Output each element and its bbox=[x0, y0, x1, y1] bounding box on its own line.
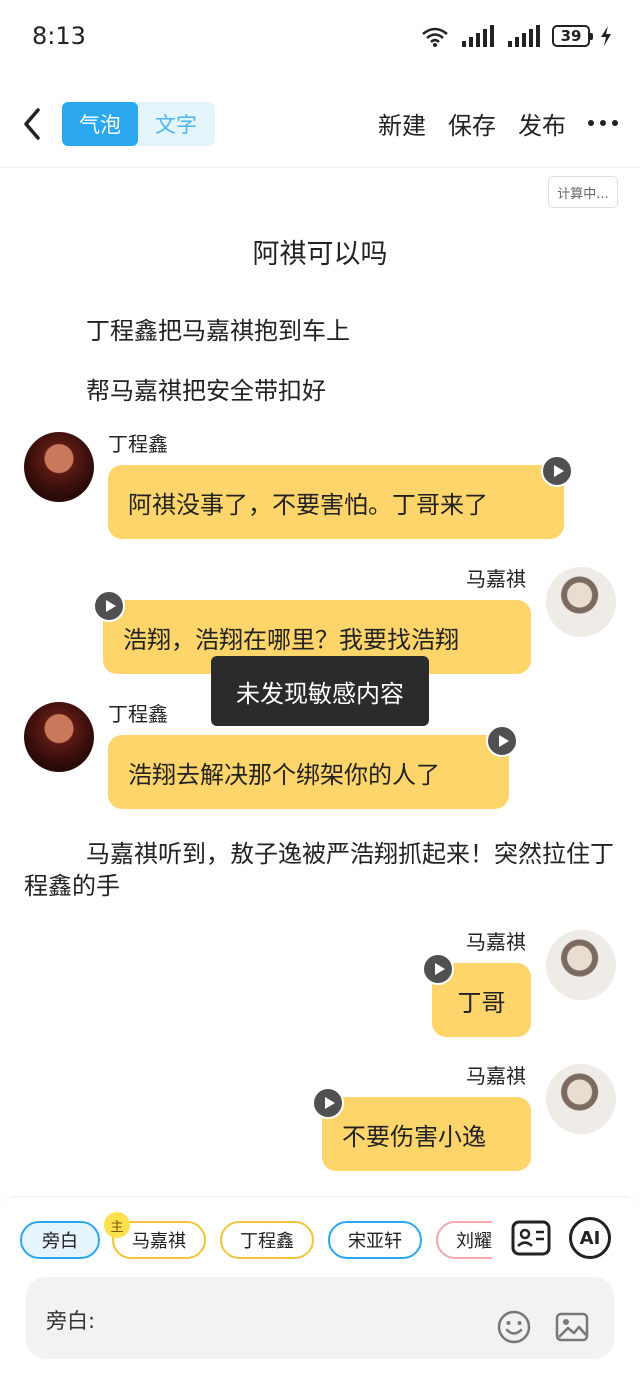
back-arrow-icon[interactable] bbox=[18, 104, 46, 144]
speaker-name: 丁程鑫 bbox=[108, 432, 168, 456]
chat-bubble[interactable]: 不要伤害小逸 bbox=[322, 1097, 531, 1171]
play-voice-icon[interactable] bbox=[93, 590, 125, 622]
input-role-label: 旁白: bbox=[46, 1309, 96, 1333]
signal-icon-2 bbox=[508, 25, 540, 47]
speaker-name: 马嘉祺 bbox=[466, 1064, 526, 1088]
speaker-name: 丁程鑫 bbox=[108, 702, 168, 726]
play-voice-icon[interactable] bbox=[486, 725, 518, 757]
top-nav: 气泡 文字 新建 保存 发布 bbox=[0, 80, 640, 168]
avatar-ding-chengxin[interactable] bbox=[24, 432, 94, 502]
tab-text[interactable]: 文字 bbox=[138, 102, 214, 146]
main-role-badge: 主 bbox=[104, 1212, 130, 1238]
calculating-badge: 计算中... bbox=[548, 176, 618, 208]
nav-actions: 新建 保存 发布 bbox=[378, 106, 618, 141]
charging-bolt-icon bbox=[601, 26, 611, 46]
message-input[interactable]: 旁白: bbox=[26, 1277, 614, 1359]
role-chips: 旁白 马嘉祺 丁程鑫 宋亚轩 刘耀 bbox=[20, 1221, 492, 1261]
publish-button[interactable]: 发布 bbox=[518, 106, 566, 141]
chat-bubble[interactable]: 阿祺没事了，不要害怕。丁哥来了 bbox=[108, 465, 564, 539]
chip-narrator[interactable]: 旁白 bbox=[20, 1221, 100, 1259]
mode-switch: 气泡 文字 bbox=[62, 102, 215, 146]
signal-icon bbox=[462, 25, 494, 47]
avatar-ma-jiaqi[interactable] bbox=[546, 1064, 616, 1134]
save-button[interactable]: 保存 bbox=[448, 106, 496, 141]
play-voice-icon[interactable] bbox=[422, 953, 454, 985]
tab-bubble[interactable]: 气泡 bbox=[62, 102, 138, 146]
battery-icon: 39 bbox=[552, 25, 593, 47]
play-voice-icon[interactable] bbox=[541, 455, 573, 487]
speaker-name: 马嘉祺 bbox=[466, 930, 526, 954]
image-icon[interactable] bbox=[554, 1309, 590, 1345]
narration-line[interactable]: 帮马嘉祺把安全带扣好 bbox=[86, 371, 326, 406]
chip-ding-chengxin[interactable]: 丁程鑫 bbox=[220, 1221, 314, 1259]
avatar-ma-jiaqi[interactable] bbox=[546, 567, 616, 637]
status-time: 8:13 bbox=[32, 22, 86, 50]
narration-line[interactable]: 马嘉祺听到，敖子逸被严浩翔抓起来！突然拉住丁程鑫的手 bbox=[24, 838, 614, 902]
avatar-ma-jiaqi[interactable] bbox=[546, 930, 616, 1000]
status-icons: 39 bbox=[420, 24, 612, 48]
chip-liu-yaowen[interactable]: 刘耀 bbox=[436, 1221, 492, 1259]
sensitivity-toast: 未发现敏感内容 bbox=[211, 656, 429, 726]
ai-icon[interactable]: AI bbox=[569, 1217, 611, 1259]
story-title: 阿祺可以吗 bbox=[252, 239, 388, 270]
more-icon[interactable] bbox=[588, 119, 618, 128]
chip-song-yaxuan[interactable]: 宋亚轩 bbox=[328, 1221, 422, 1259]
chat-bubble[interactable]: 浩翔去解决那个绑架你的人了 bbox=[108, 735, 509, 809]
play-voice-icon[interactable] bbox=[312, 1087, 344, 1119]
role-card-icon[interactable] bbox=[510, 1217, 552, 1259]
narration-line[interactable]: 丁程鑫把马嘉祺抱到车上 bbox=[86, 311, 350, 346]
emoji-icon[interactable] bbox=[496, 1309, 532, 1345]
status-bar: 8:13 39 bbox=[0, 0, 640, 76]
avatar-ding-chengxin[interactable] bbox=[24, 702, 94, 772]
speaker-name: 马嘉祺 bbox=[466, 567, 526, 591]
new-button[interactable]: 新建 bbox=[378, 106, 426, 141]
wifi-icon bbox=[422, 27, 448, 47]
